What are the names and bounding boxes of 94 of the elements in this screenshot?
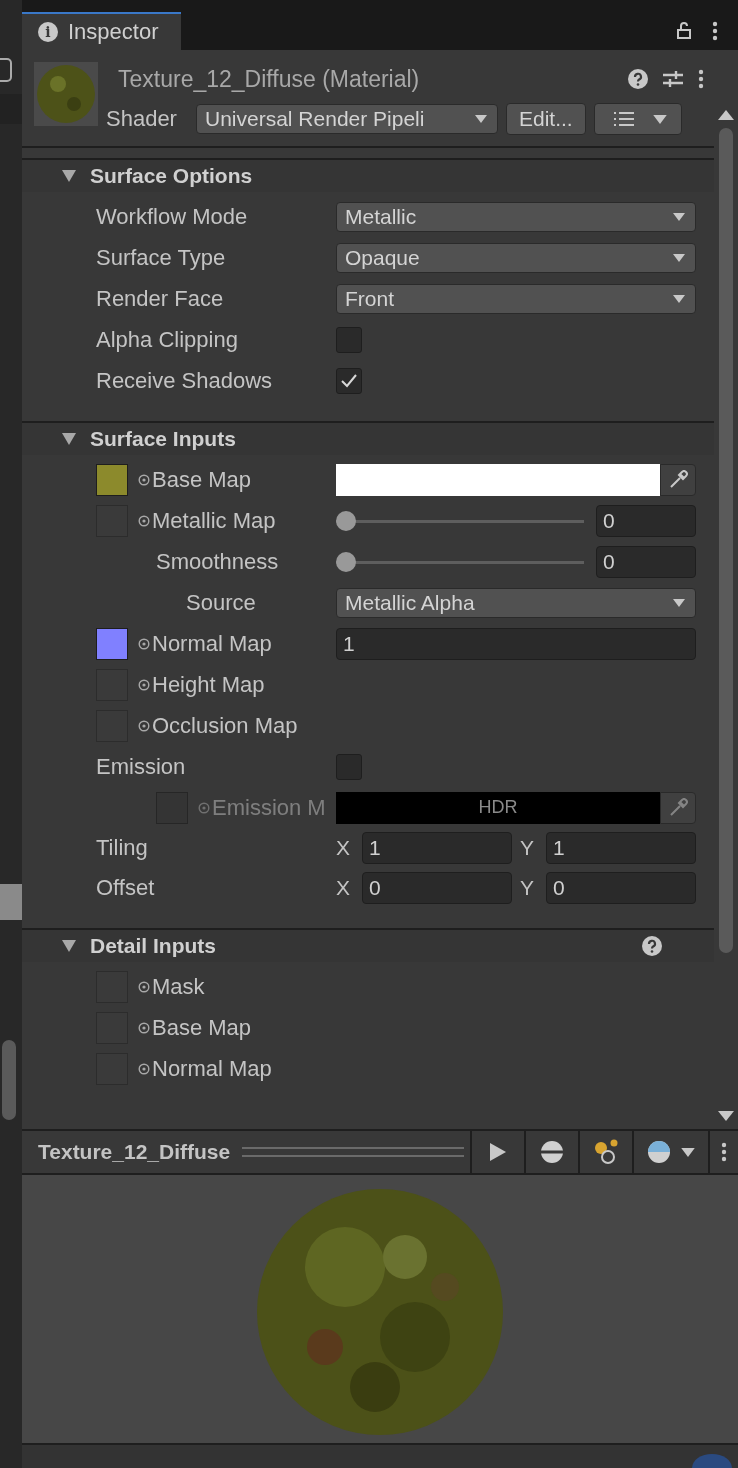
number-field[interactable]: 0 [362,872,512,904]
field-label: Render Face [96,285,224,312]
color-field[interactable] [336,463,660,496]
dropdown[interactable]: Opaque [336,242,696,273]
foldout-arrow-icon[interactable] [62,433,76,445]
eyedropper-icon [668,469,688,490]
caret-icon [673,598,685,607]
caret-icon [681,1147,695,1157]
texture-slot[interactable] [96,627,128,660]
field-label: Base Map [152,1014,252,1041]
settings-icon[interactable] [662,69,684,89]
more-icon [721,1142,727,1162]
number-field[interactable]: 1 [336,627,696,660]
more-icon[interactable] [698,69,704,89]
field-label: Height Map [152,671,265,698]
field-label: Offset [96,875,155,901]
field-label: Emission M [212,794,326,821]
help-icon[interactable] [628,69,648,89]
object-picker-icon[interactable] [138,473,150,486]
drag-handle[interactable] [242,1147,464,1157]
help-icon[interactable] [642,936,662,956]
field-label: Workflow Mode [96,203,248,230]
eyedropper-icon [668,797,688,818]
axis-label: X [336,836,351,860]
field-label: Base Map [152,466,252,493]
field-label: Mask [152,973,205,1000]
more-icon[interactable] [712,21,718,41]
slider-handle[interactable] [336,551,356,572]
object-picker-icon[interactable] [138,678,150,691]
panel-edge [0,58,12,82]
field-label: Tiling [96,835,148,861]
eyedropper-button[interactable] [660,463,696,496]
axis-label: Y [520,876,535,900]
texture-slot[interactable] [96,463,128,496]
panel-edge [0,884,22,920]
number-field[interactable]: 0 [546,872,696,904]
field-label: Source [186,589,256,616]
caret-icon [652,114,667,124]
object-picker-icon[interactable] [138,1062,150,1075]
field-label: Surface Type [96,244,226,271]
field-label: Emission [96,753,186,780]
shader-dropdown[interactable]: Universal Render Pipeli [196,104,498,134]
info-icon: i [38,22,58,42]
slider-handle[interactable] [336,510,356,531]
foldout-arrow-icon[interactable] [62,940,76,952]
scrollbar[interactable] [719,128,733,953]
scrollbar[interactable] [2,1040,16,1120]
sphere-icon [647,1140,671,1164]
sphere-icon [540,1140,564,1164]
axis-label: Y [520,836,535,860]
field-label: Normal Map [152,1055,272,1082]
field-label: Normal Map [152,630,272,657]
caret-icon [475,115,487,123]
play-icon [490,1143,506,1161]
dropdown[interactable]: Metallic [336,201,696,232]
checkbox[interactable] [336,367,362,394]
field-label: Smoothness [156,548,279,575]
caret-icon [673,294,685,303]
axis-label: X [336,876,351,900]
lock-icon[interactable] [674,21,694,41]
number-field[interactable]: 0 [596,504,696,537]
checkbox[interactable] [336,753,362,780]
object-picker-icon[interactable] [138,719,150,732]
inspector-tab[interactable]: i Inspector [22,12,181,50]
shader-label: Shader [106,106,178,132]
object-picker-icon[interactable] [138,514,150,527]
field-label: Alpha Clipping [96,326,238,353]
number-field[interactable]: 1 [546,832,696,864]
check-icon [341,373,357,388]
list-dropdown-button[interactable] [593,103,682,135]
field-label: Occlusion Map [152,712,298,739]
lights-icon [593,1139,619,1165]
object-picker-icon[interactable] [138,1021,150,1034]
preview-title: Texture_12_Diffuse [37,1140,232,1164]
field-label: Metallic Map [152,507,276,534]
slider[interactable] [336,509,584,532]
caret-icon [673,253,685,262]
scroll-up-icon[interactable] [718,110,734,120]
foldout-arrow-icon[interactable] [62,170,76,182]
field-label: Receive Shadows [96,367,273,394]
slider[interactable] [336,550,584,573]
dropdown[interactable]: Front [336,283,696,314]
object-picker-icon[interactable] [138,637,150,650]
number-field[interactable]: 0 [596,545,696,578]
list-icon [612,111,635,127]
material-thumbnail [34,62,98,126]
object-picker-icon[interactable] [138,980,150,993]
caret-icon [673,212,685,221]
material-title: Texture_12_Diffuse (Material) [118,65,420,93]
edit-button[interactable]: Edit... [506,103,586,135]
scroll-down-icon[interactable] [718,1111,734,1121]
checkbox[interactable] [336,326,362,353]
number-field[interactable]: 1 [362,832,512,864]
dropdown[interactable]: Metallic Alpha [336,587,696,618]
